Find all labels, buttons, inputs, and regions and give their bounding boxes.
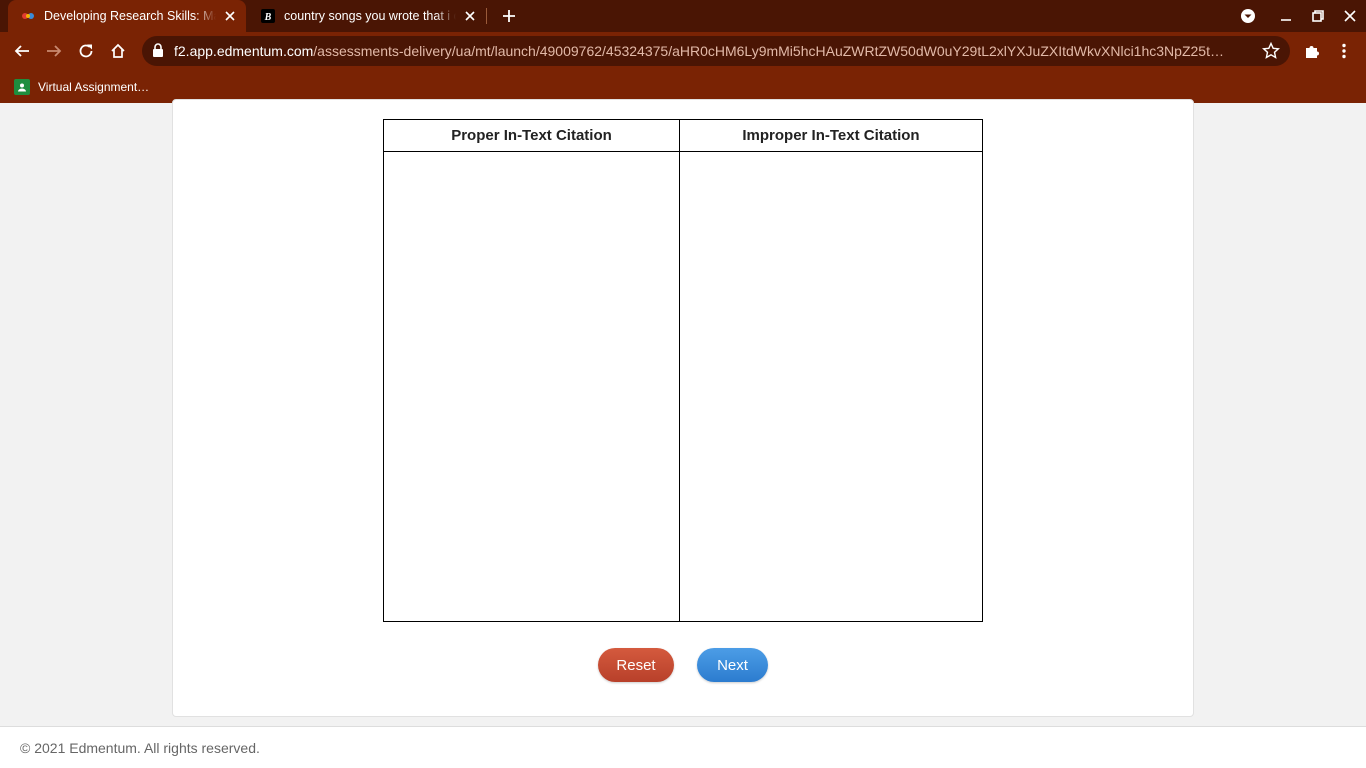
tab-title: country songs you wrote that i c [284, 9, 456, 23]
copyright-text: © 2021 Edmentum. All rights reserved. [20, 740, 260, 756]
page-viewport: Proper In-Text Citation Improper In-Text… [0, 99, 1366, 768]
proper-citation-header: Proper In-Text Citation [384, 120, 679, 152]
improper-citation-header: Improper In-Text Citation [680, 120, 982, 152]
home-icon[interactable] [102, 35, 134, 67]
back-arrow-icon[interactable] [6, 35, 38, 67]
bookmark-star-icon[interactable] [1261, 41, 1281, 60]
forward-arrow-icon[interactable] [38, 35, 70, 67]
restore-icon[interactable] [1302, 0, 1334, 32]
edmentum-favicon-icon [20, 8, 36, 24]
lock-icon[interactable] [152, 43, 166, 59]
citation-sorting-table: Proper In-Text Citation Improper In-Text… [383, 119, 983, 622]
proper-citation-drop-zone[interactable] [384, 152, 679, 620]
close-tab-icon[interactable] [462, 8, 478, 24]
bookmark-label: Virtual Assignment… [38, 80, 150, 94]
menu-kebab-icon[interactable] [1328, 35, 1360, 67]
tab-brainly[interactable]: B country songs you wrote that i c [248, 0, 486, 32]
page-footer: © 2021 Edmentum. All rights reserved. [0, 726, 1366, 768]
address-bar[interactable]: f2.app.edmentum.com/assessments-delivery… [142, 36, 1290, 66]
reset-button[interactable]: Reset [598, 648, 674, 682]
extensions-puzzle-icon[interactable] [1296, 35, 1328, 67]
browser-toolbar: f2.app.edmentum.com/assessments-delivery… [0, 32, 1366, 70]
close-tab-icon[interactable] [222, 8, 238, 24]
proper-citation-column: Proper In-Text Citation [384, 120, 680, 621]
browser-tabstrip: Developing Research Skills: Mast B count… [0, 0, 1366, 32]
new-tab-icon[interactable] [498, 5, 520, 27]
minimize-icon[interactable] [1270, 0, 1302, 32]
tab-search-icon[interactable] [1232, 0, 1264, 32]
url-path: /assessments-delivery/ua/mt/launch/49009… [313, 43, 1224, 59]
tab-edmentum[interactable]: Developing Research Skills: Mast [8, 0, 246, 32]
svg-text:B: B [264, 12, 272, 23]
classroom-icon [14, 79, 30, 95]
improper-citation-column: Improper In-Text Citation [680, 120, 982, 621]
url-text[interactable]: f2.app.edmentum.com/assessments-delivery… [174, 43, 1254, 59]
close-window-icon[interactable] [1334, 0, 1366, 32]
url-host: f2.app.edmentum.com [174, 43, 314, 59]
brainly-favicon-icon: B [260, 8, 276, 24]
tab-separator [486, 8, 487, 24]
next-button[interactable]: Next [697, 648, 768, 682]
bookmark-virtual-assignment[interactable]: Virtual Assignment… [8, 76, 155, 98]
tab-title: Developing Research Skills: Mast [44, 9, 216, 23]
reload-icon[interactable] [70, 35, 102, 67]
improper-citation-drop-zone[interactable] [680, 152, 982, 620]
